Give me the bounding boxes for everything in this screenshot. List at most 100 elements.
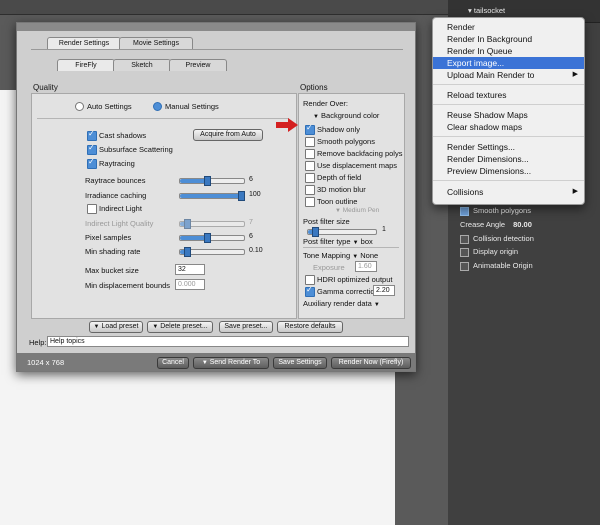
hdri-label: HDRI optimized output	[317, 275, 393, 284]
irradiance-caching-slider[interactable]	[179, 191, 245, 201]
acquire-from-auto-button[interactable]: Acquire from Auto	[193, 129, 263, 141]
remove-backfacing-label: Remove backfacing polys	[317, 149, 403, 158]
restore-defaults-button[interactable]: Restore defaults	[277, 321, 343, 333]
auto-settings-radio[interactable]	[75, 102, 84, 111]
manual-settings-radio[interactable]	[153, 102, 162, 111]
menu-item-export-image[interactable]: Export image...	[433, 57, 584, 69]
raytrace-bounces-slider[interactable]	[179, 176, 245, 186]
menu-item-render[interactable]: Render	[433, 21, 584, 33]
min-shading-rate-label: Min shading rate	[85, 247, 141, 256]
render-now-button[interactable]: Render Now (Firefly)	[331, 357, 411, 369]
tab-firefly[interactable]: FireFly	[57, 59, 115, 71]
menu-separator	[433, 136, 584, 137]
auxiliary-render-data[interactable]: Auxiliary render data ▼	[303, 299, 380, 308]
tab-sketch[interactable]: Sketch	[113, 59, 171, 71]
cast-shadows-checkbox[interactable]	[87, 129, 97, 141]
menu-item-collisions[interactable]: Collisions ▶	[433, 186, 584, 198]
max-bucket-size-field[interactable]: 32	[175, 264, 205, 275]
pixel-samples-value: 6	[249, 233, 253, 240]
collision-detection-prop[interactable]: Collision detection	[460, 234, 534, 244]
divider	[37, 118, 289, 119]
post-filter-size-slider[interactable]	[307, 227, 377, 237]
menu-separator	[433, 84, 584, 85]
render-over-label: Render Over:	[303, 99, 349, 108]
menu-item-clear-shadow-maps[interactable]: Clear shadow maps	[433, 121, 584, 133]
manual-settings-label: Manual Settings	[165, 102, 219, 111]
subsurface-checkbox[interactable]	[87, 143, 97, 155]
indirect-light-checkbox[interactable]	[87, 204, 97, 214]
menu-item-render-in-background[interactable]: Render In Background	[433, 33, 584, 45]
pixel-samples-slider[interactable]	[179, 233, 245, 243]
delete-preset-button[interactable]: ▼ Delete preset...	[147, 321, 213, 333]
indirect-quality-slider[interactable]	[179, 219, 245, 229]
tone-mapping[interactable]: Tone Mapping ▼ None	[303, 251, 378, 260]
exposure-field[interactable]: 1.60	[355, 261, 377, 272]
post-filter-size-label: Post filter size	[303, 217, 350, 226]
menu-item-preview-dimensions[interactable]: Preview Dimensions...	[433, 165, 584, 177]
auto-settings-label: Auto Settings	[87, 102, 132, 111]
display-origin-prop[interactable]: Display origin	[460, 247, 518, 257]
post-filter-size-value: 1	[382, 226, 386, 233]
pixel-samples-label: Pixel samples	[85, 233, 132, 242]
toon-outline-label: Toon outline	[317, 197, 358, 206]
menu-item-render-in-queue[interactable]: Render In Queue	[433, 45, 584, 57]
menu-item-render-dimensions[interactable]: Render Dimensions...	[433, 153, 584, 165]
hdri-checkbox[interactable]	[305, 275, 315, 285]
tab-movie-settings[interactable]: Movie Settings	[119, 37, 193, 49]
help-topics-field[interactable]: Help topics	[47, 336, 409, 347]
motion-blur-checkbox[interactable]	[305, 185, 315, 195]
menu-item-reload-textures[interactable]: Reload textures	[433, 89, 584, 101]
smooth-polygons-label: Smooth polygons	[317, 137, 375, 146]
smooth-polygons-checkbox[interactable]	[305, 137, 315, 147]
tab-preview[interactable]: Preview	[169, 59, 227, 71]
menu-item-upload-main-render[interactable]: Upload Main Render to ▶	[433, 69, 584, 81]
shadow-only-checkbox[interactable]	[305, 123, 315, 135]
gamma-label: Gamma correction	[317, 287, 379, 296]
viewport-toolbar	[0, 0, 448, 15]
depth-of-field-checkbox[interactable]	[305, 173, 315, 183]
smooth-polygons-prop[interactable]: Smooth polygons	[460, 206, 531, 216]
cancel-button[interactable]: Cancel	[157, 357, 189, 369]
crease-angle-prop[interactable]: Crease Angle 80.00	[460, 220, 532, 229]
menu-item-reuse-shadow-maps[interactable]: Reuse Shadow Maps	[433, 109, 584, 121]
raytrace-bounces-label: Raytrace bounces	[85, 176, 146, 185]
options-heading: Options	[300, 83, 328, 92]
indirect-quality-value: 7	[249, 219, 253, 226]
shadow-only-label: Shadow only	[317, 125, 360, 134]
tab-render-settings[interactable]: Render Settings	[47, 37, 121, 49]
max-bucket-size-label: Max bucket size	[85, 266, 139, 275]
use-displacement-checkbox[interactable]	[305, 161, 315, 171]
min-shading-rate-slider[interactable]	[179, 247, 245, 257]
toon-outline-checkbox[interactable]	[305, 197, 315, 207]
menu-separator	[433, 180, 584, 181]
post-filter-type[interactable]: Post filter type ▼ box	[303, 237, 373, 246]
indirect-quality-label: Indirect Light Quality	[85, 219, 154, 228]
animatable-origin-prop[interactable]: Animatable Origin	[460, 261, 533, 271]
medium-pen-dropdown[interactable]: ▼ Medium Pen	[335, 207, 379, 214]
render-size: 1024 x 768	[27, 358, 65, 367]
subsurface-label: Subsurface Scattering	[99, 145, 173, 154]
background-color-dropdown[interactable]: ▼ Background color	[313, 111, 379, 120]
chevron-down-icon: ▼	[352, 240, 359, 246]
min-displacement-label: Min displacement bounds	[85, 281, 171, 290]
remove-backfacing-checkbox[interactable]	[305, 149, 315, 159]
chevron-down-icon: ▼	[335, 208, 341, 214]
chevron-down-icon: ▼	[352, 254, 359, 260]
tab-divider	[31, 49, 403, 50]
exposure-label: Exposure	[313, 263, 345, 272]
send-render-to-button[interactable]: ▼ Send Render To	[193, 357, 269, 369]
chevron-down-icon: ▼	[93, 324, 100, 330]
min-displacement-field[interactable]: 0.000	[175, 279, 205, 290]
load-preset-button[interactable]: ▼ Load preset	[89, 321, 143, 333]
indirect-light-label: Indirect Light	[99, 204, 142, 213]
gamma-field[interactable]: 2.20	[373, 285, 395, 296]
menu-item-render-settings[interactable]: Render Settings...	[433, 141, 584, 153]
save-settings-button[interactable]: Save Settings	[273, 357, 327, 369]
save-preset-button[interactable]: Save preset...	[219, 321, 273, 333]
submenu-arrow-icon: ▶	[572, 71, 578, 78]
gamma-checkbox[interactable]	[305, 285, 315, 297]
chevron-down-icon: ▼	[373, 302, 380, 308]
raytracing-checkbox[interactable]	[87, 157, 97, 169]
cast-shadows-label: Cast shadows	[99, 131, 147, 140]
quality-heading: Quality	[33, 83, 58, 92]
